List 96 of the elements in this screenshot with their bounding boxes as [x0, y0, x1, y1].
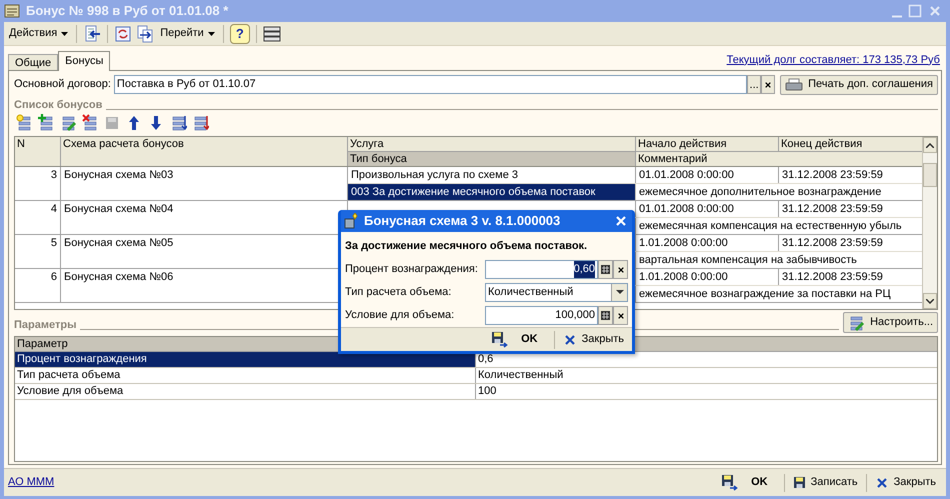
table-cell-text: 31.12.2008 23:59:59 [781, 270, 884, 285]
clear-button[interactable] [761, 75, 776, 94]
table-cell: Процент вознаграждения [15, 352, 476, 367]
document-arrow-icon [83, 24, 102, 42]
add-row-icon[interactable] [38, 114, 55, 132]
help-button[interactable]: ? [230, 24, 250, 44]
sort-ascending-icon[interactable] [170, 114, 187, 132]
scrollbar-thumb[interactable] [923, 163, 937, 187]
field-label: Тип расчета объема: [345, 285, 452, 300]
goto-menu[interactable]: Перейти [158, 24, 217, 44]
save-arrow-icon [491, 331, 508, 348]
table-cell-text: ежемесячная компенсация на естественную убыль [638, 219, 903, 234]
save-button[interactable]: Записать [786, 472, 864, 494]
contract-field[interactable]: Поставка в Руб от 01.10.07 [114, 75, 748, 94]
field-label: Процент вознаграждения: [345, 262, 479, 278]
column-header: Услуга [348, 137, 636, 151]
save-arrow-icon [721, 474, 738, 491]
maximize-icon [908, 4, 922, 18]
close-icon [616, 312, 624, 320]
tab[interactable]: Общие [8, 54, 58, 70]
table-cell: 01.01.2008 0:00:00 [636, 167, 779, 183]
table-cell: 003 За достижение месячного объема поставок [348, 184, 636, 200]
column-header: Конец действия [780, 137, 864, 151]
number-field[interactable]: 100,000 [485, 306, 598, 325]
table-cell-text: Количественный [477, 368, 564, 383]
table-cell: Условие для объема [15, 384, 476, 399]
column-header: Комментарий [637, 152, 708, 166]
table-cell: 4 [15, 201, 61, 234]
table-cell: Тип расчета объема [15, 368, 476, 383]
table-cell: 3 [15, 167, 61, 200]
window-title: Бонус № 998 в Руб от 01.01.08 * [26, 2, 228, 20]
clear-button[interactable] [613, 306, 628, 325]
printer-icon [785, 78, 804, 92]
table-cell-text: 31.12.2008 23:59:59 [781, 168, 884, 183]
minimize-icon [892, 14, 902, 18]
column-header: N [15, 137, 61, 166]
calculator-icon [601, 265, 610, 274]
table-cell: 1.01.2008 0:00:00 [636, 235, 779, 251]
table-cell-text: 0,6 [477, 352, 494, 367]
table-cell: Произвольная услуга по схеме 3 [348, 167, 636, 183]
document-star-icon [343, 213, 359, 229]
cross-icon [874, 476, 889, 490]
list-pencil-icon [848, 314, 866, 331]
cross-icon [562, 332, 577, 346]
column-header: Тип бонуса [348, 152, 636, 166]
list-icon [262, 24, 281, 42]
table-cell-text: вартальная компенсация на забывчивость [638, 253, 858, 268]
close-icon [616, 266, 624, 274]
field-label: Условие для объема: [345, 308, 456, 324]
choose-button[interactable]: ... [747, 75, 762, 94]
refresh-icon [114, 24, 132, 42]
dialog-title: Бонусная схема 3 v. 8.1.000003 [364, 212, 560, 230]
debt-link[interactable]: Текущий долг составляет: 173 135,73 Руб [726, 48, 942, 68]
clear-button[interactable] [613, 260, 628, 279]
tab[interactable]: Бонусы [58, 51, 110, 71]
table-cell-text: 100 [477, 384, 498, 399]
swap-icon [136, 24, 154, 42]
actions-menu[interactable]: Действия [7, 24, 70, 44]
close-icon [764, 80, 772, 88]
chevron-up-icon[interactable] [926, 142, 934, 148]
document-icon [4, 3, 20, 19]
ok-button[interactable]: OK [715, 472, 782, 494]
sort-descending-icon[interactable] [192, 114, 209, 132]
close-button[interactable]: Закрыть [868, 472, 942, 494]
table-cell: 6 [15, 269, 61, 302]
calculator-icon [601, 311, 610, 320]
caret-icon [208, 32, 215, 36]
calculator-button[interactable] [598, 260, 613, 279]
scrollbar[interactable] [922, 137, 937, 309]
calculator-button[interactable] [598, 306, 613, 325]
print-button[interactable]: Печать доп. соглашения [780, 74, 938, 94]
table-cell: 01.01.2008 0:00:00 [636, 201, 779, 217]
table-cell: 1.01.2008 0:00:00 [636, 269, 779, 285]
table-cell: 5 [15, 235, 61, 268]
configure-button[interactable]: Настроить... [843, 312, 938, 333]
ok-button[interactable]: OK [485, 328, 552, 350]
volume-type-dropdown[interactable]: Количественный [485, 283, 628, 302]
organization-link[interactable]: АО МММ [8, 474, 54, 491]
edit-row-icon[interactable] [60, 114, 77, 132]
caret-icon [616, 290, 624, 295]
chevron-down-icon[interactable] [926, 298, 934, 304]
close-icon [614, 214, 628, 228]
number-field[interactable]: 0,60 [485, 260, 598, 279]
table-cell-text: ежемесячное вознаграждение за поставки на РЦ [638, 287, 892, 302]
caret-icon [61, 32, 68, 36]
table-cell-text: 31.12.2008 23:59:59 [781, 236, 884, 251]
table-cell-text: 31.12.2008 23:59:59 [781, 202, 884, 217]
add-row-icon[interactable] [16, 114, 33, 132]
close-icon [928, 4, 942, 18]
column-header: Начало действия [636, 137, 779, 151]
field-label: Основной договор: [14, 77, 111, 92]
table-cell-text: ежемесячное дополнительное вознаграждение [638, 185, 882, 200]
delete-row-icon[interactable] [82, 114, 99, 132]
close-button[interactable]: Закрыть [556, 328, 630, 350]
section-heading: Список бонусов [14, 98, 102, 112]
section-heading: Параметры [14, 318, 76, 332]
